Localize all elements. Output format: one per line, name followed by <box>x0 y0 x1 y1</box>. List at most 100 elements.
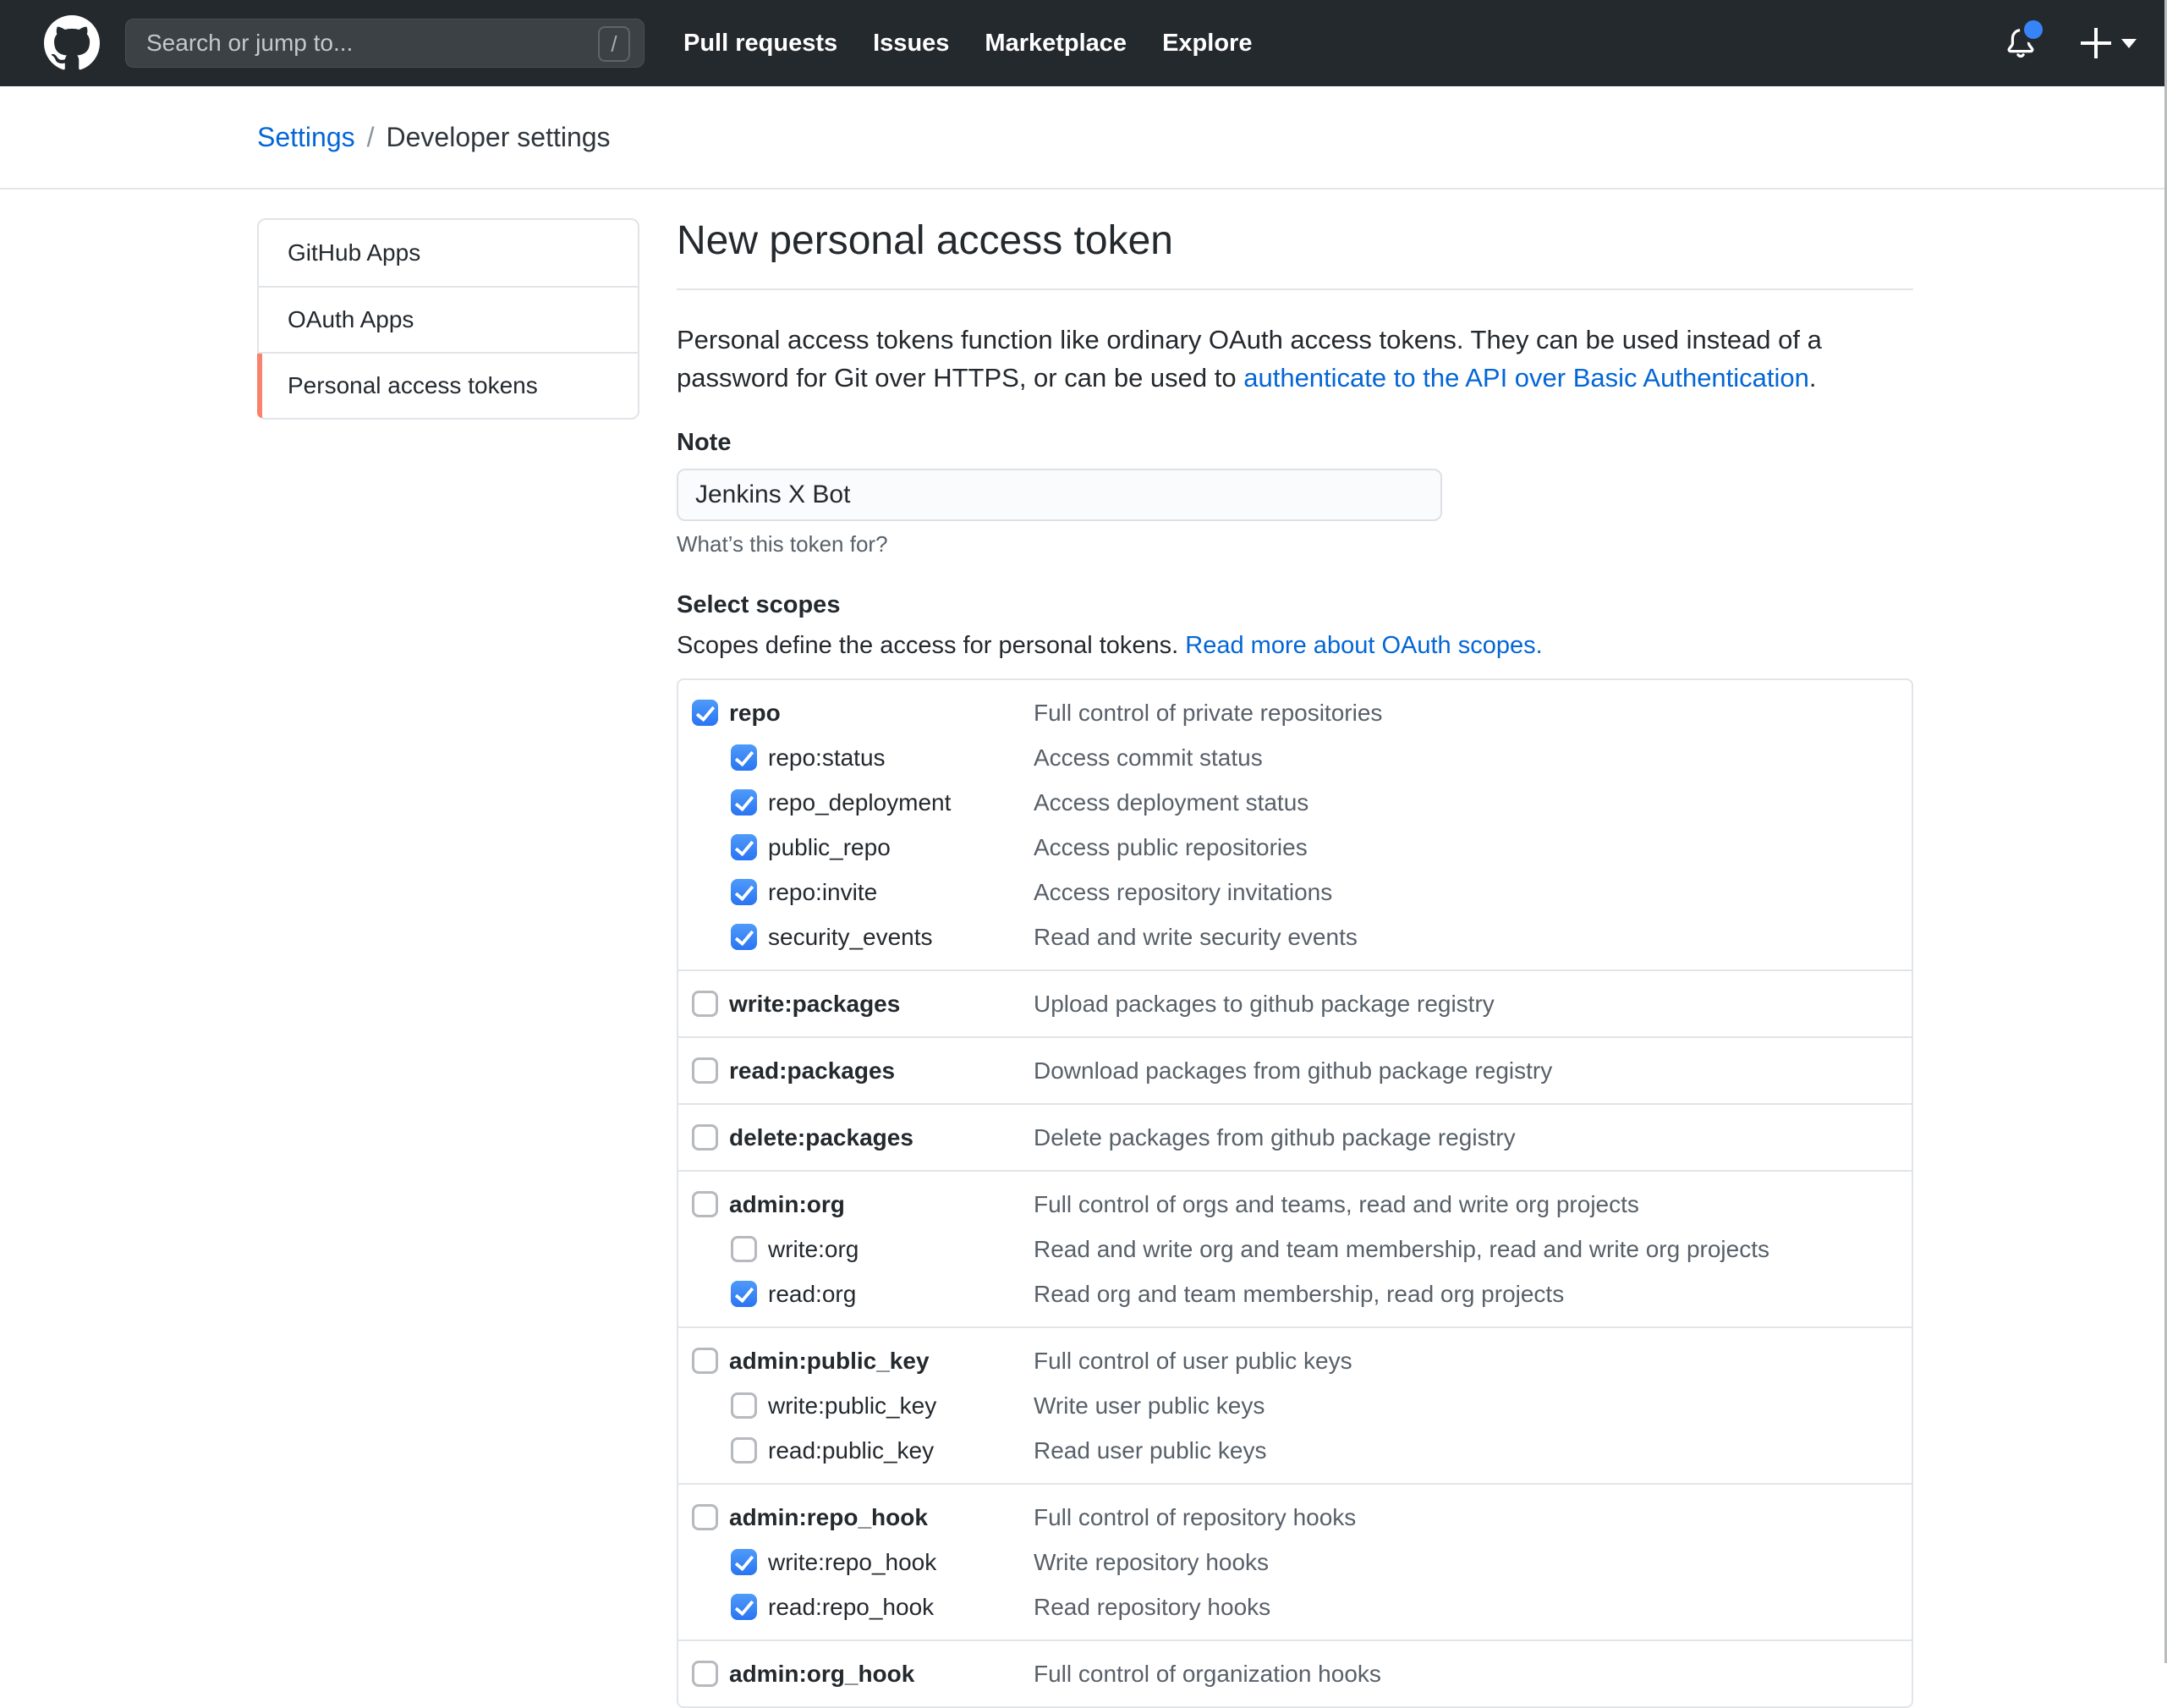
scope-row-admin:org_hook: admin:org_hook Full control of organizati… <box>678 1651 1912 1696</box>
scope-checkbox-write:repo_hook[interactable] <box>731 1549 757 1575</box>
scope-name: admin:org <box>729 1191 845 1218</box>
scope-description: Download packages from github package re… <box>1034 1057 1552 1085</box>
scope-description: Access repository invitations <box>1034 879 1332 906</box>
scope-description: Delete packages from github package regi… <box>1034 1124 1516 1151</box>
sidebar-item-github-apps[interactable]: GitHub Apps <box>259 220 638 286</box>
scope-checkbox-public_repo[interactable] <box>731 834 757 860</box>
scope-description: Full control of repository hooks <box>1034 1504 1356 1531</box>
scope-row-admin:repo_hook: admin:repo_hook Full control of repositor… <box>678 1495 1912 1540</box>
scope-checkbox-read:packages[interactable] <box>692 1057 718 1084</box>
scope-description: Upload packages to github package regist… <box>1034 991 1495 1018</box>
scope-checkbox-delete:packages[interactable] <box>692 1124 718 1151</box>
scope-name: write:public_key <box>768 1392 936 1420</box>
scope-row-write:packages: write:packages Upload packages to github … <box>678 981 1912 1026</box>
scope-checkbox-admin:repo_hook[interactable] <box>692 1504 718 1530</box>
scope-name: read:org <box>768 1281 856 1308</box>
scope-row-public_repo: public_repo Access public repositories <box>678 825 1912 870</box>
scope-group: admin:org_hook Full control of organizati… <box>678 1639 1912 1706</box>
scope-row-repo_deployment: repo_deploymentAccess deployment status <box>678 780 1912 825</box>
scope-checkbox-read:public_key[interactable] <box>731 1437 757 1464</box>
select-scopes-label: Select scopes <box>677 591 1913 619</box>
scope-row-admin:org: admin:org Full control of orgs and teams,… <box>678 1182 1912 1227</box>
scope-name: write:org <box>768 1236 859 1263</box>
scope-description: Full control of user public keys <box>1034 1348 1352 1375</box>
scope-checkbox-write:public_key[interactable] <box>731 1392 757 1419</box>
caret-down-icon <box>2121 39 2137 48</box>
scope-description: Write repository hooks <box>1034 1549 1269 1576</box>
scope-checkbox-admin:org[interactable] <box>692 1191 718 1217</box>
scope-box: repoFull control of private repositories… <box>677 678 1913 1708</box>
scope-name: write:packages <box>729 991 900 1018</box>
scope-name: admin:org_hook <box>729 1661 914 1688</box>
slash-hotkey-badge: / <box>598 26 630 62</box>
scope-row-read:org: read:org Read org and team membership, re… <box>678 1271 1912 1316</box>
top-header: / Pull requests Issues Marketplace Explore <box>0 0 2167 86</box>
scope-group: read:packagesDownload packages from gith… <box>678 1036 1912 1103</box>
unread-notification-dot <box>2020 16 2047 43</box>
oauth-scopes-link[interactable]: Read more about OAuth scopes. <box>1185 632 1542 659</box>
scope-description: Access public repositories <box>1034 834 1308 861</box>
scope-name: write:repo_hook <box>768 1549 936 1576</box>
scope-row-repo:invite: repo:invite Access repository invitations <box>678 870 1912 914</box>
scope-checkbox-repo_deployment[interactable] <box>731 789 757 816</box>
scope-row-write:repo_hook: write:repo_hook Write repository hooks <box>678 1540 1912 1584</box>
scope-description: Read and write security events <box>1034 924 1358 951</box>
intro-period: . <box>1809 363 1817 393</box>
scope-group: repoFull control of private repositories… <box>678 680 1912 969</box>
note-hint: What’s this token for? <box>677 531 1913 557</box>
scope-checkbox-read:repo_hook[interactable] <box>731 1594 757 1620</box>
github-logo-icon[interactable] <box>44 15 100 71</box>
scope-name: repo:status <box>768 744 886 772</box>
scope-checkbox-security_events[interactable] <box>731 924 757 950</box>
nav-item-issues[interactable]: Issues <box>873 30 949 58</box>
page-title: New personal access token <box>677 217 1913 265</box>
scope-group: admin:org Full control of orgs and teams,… <box>678 1170 1912 1326</box>
sidebar-item-oauth-apps[interactable]: OAuth Apps <box>259 286 638 352</box>
scope-name: admin:repo_hook <box>729 1504 928 1531</box>
breadcrumb-settings-link[interactable]: Settings <box>257 122 355 153</box>
scope-name: public_repo <box>768 834 891 861</box>
scope-name: repo:invite <box>768 879 877 906</box>
search-box: / <box>125 19 645 68</box>
breadcrumb-separator: / <box>367 122 375 153</box>
title-divider <box>677 288 1913 290</box>
scope-description: Access commit status <box>1034 744 1263 772</box>
scope-row-read:public_key: read:public_keyRead user public keys <box>678 1428 1912 1473</box>
scope-name: read:public_key <box>768 1437 934 1464</box>
scope-checkbox-repo:invite[interactable] <box>731 879 757 905</box>
note-input[interactable] <box>677 469 1442 521</box>
scope-description: Full control of orgs and teams, read and… <box>1034 1191 1639 1218</box>
scope-name: repo_deployment <box>768 789 951 816</box>
scope-name: security_events <box>768 924 933 951</box>
scope-row-read:packages: read:packagesDownload packages from gith… <box>678 1048 1912 1093</box>
scope-checkbox-write:packages[interactable] <box>692 991 718 1017</box>
scope-group: admin:repo_hook Full control of repositor… <box>678 1483 1912 1639</box>
nav-item-pull-requests[interactable]: Pull requests <box>683 30 837 58</box>
scope-description: Full control of private repositories <box>1034 700 1382 727</box>
scopes-text: Scopes define the access for personal to… <box>677 632 1185 659</box>
notifications-button[interactable] <box>2001 23 2040 63</box>
scope-checkbox-admin:org_hook[interactable] <box>692 1661 718 1687</box>
scope-checkbox-repo[interactable] <box>692 700 718 726</box>
scope-row-security_events: security_events Read and write security e… <box>678 914 1912 959</box>
scope-row-read:repo_hook: read:repo_hookRead repository hooks <box>678 1584 1912 1629</box>
scope-checkbox-read:org[interactable] <box>731 1281 757 1307</box>
nav-item-marketplace[interactable]: Marketplace <box>985 30 1127 58</box>
scope-checkbox-admin:public_key[interactable] <box>692 1348 718 1374</box>
nav-item-explore[interactable]: Explore <box>1162 30 1252 58</box>
search-input[interactable] <box>126 19 644 67</box>
sidebar-item-personal-access-tokens[interactable]: Personal access tokens <box>259 352 638 418</box>
scope-name: admin:public_key <box>729 1348 930 1375</box>
scope-row-admin:public_key: admin:public_key Full control of user pub… <box>678 1338 1912 1383</box>
scope-row-write:org: write:orgRead and write org and team mem… <box>678 1227 1912 1271</box>
intro-paragraph: Personal access tokens function like ord… <box>677 321 1913 397</box>
scope-row-delete:packages: delete:packagesDelete packages from gith… <box>678 1115 1912 1160</box>
create-new-dropdown[interactable] <box>2081 28 2137 58</box>
scope-checkbox-repo:status[interactable] <box>731 744 757 771</box>
basic-auth-link[interactable]: authenticate to the API over Basic Authe… <box>1243 363 1809 393</box>
plus-icon <box>2081 28 2111 58</box>
scope-description: Read repository hooks <box>1034 1594 1270 1621</box>
scope-description: Full control of organization hooks <box>1034 1661 1381 1688</box>
scope-description: Read org and team membership, read org p… <box>1034 1281 1564 1308</box>
scope-checkbox-write:org[interactable] <box>731 1236 757 1262</box>
